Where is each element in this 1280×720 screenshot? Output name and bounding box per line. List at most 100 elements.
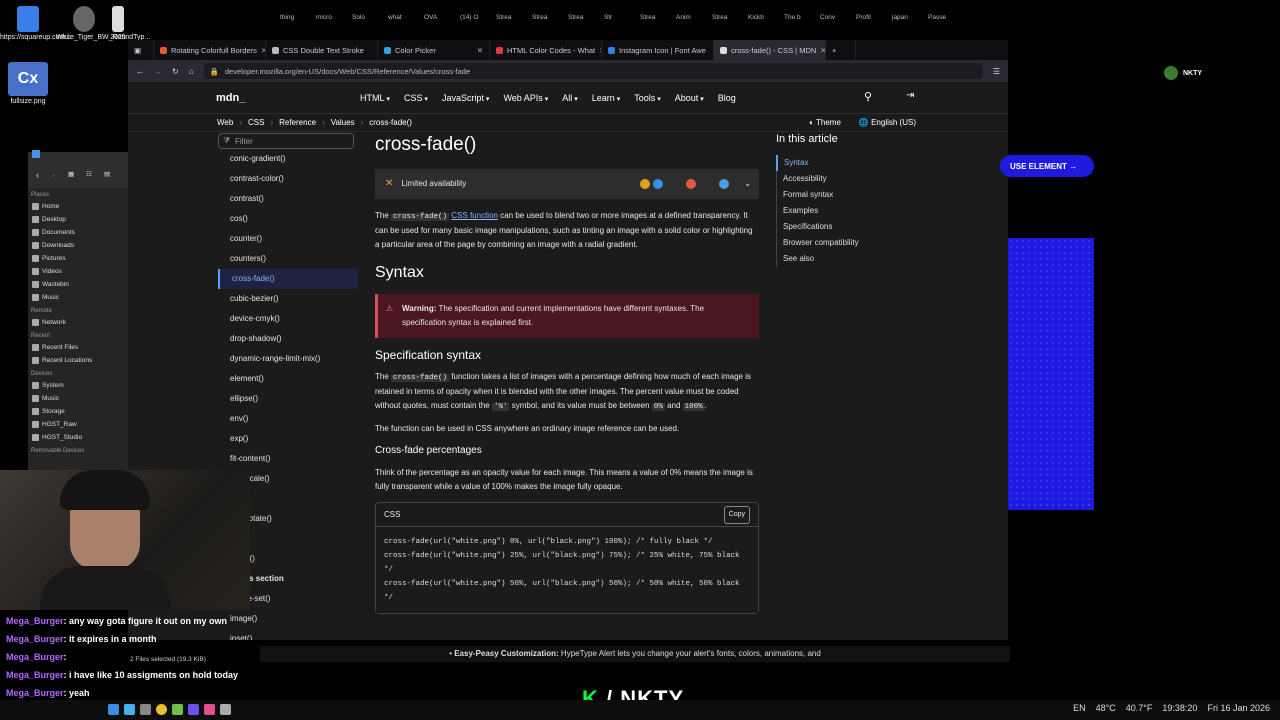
crumb-web[interactable]: Web: [217, 118, 233, 127]
reload-icon[interactable]: ↻: [172, 67, 179, 76]
file-manager-place[interactable]: Music: [28, 291, 128, 304]
copy-button[interactable]: Copy: [723, 505, 750, 524]
sidebar-item[interactable]: env(): [218, 409, 358, 429]
file-manager-place[interactable]: Wastebin: [28, 278, 128, 291]
tab-cross-fade[interactable]: cross-fade() - CSS | MDN ✕: [714, 40, 826, 60]
use-element-button[interactable]: USE ELEMENT →: [1000, 155, 1094, 177]
lang-indicator[interactable]: EN: [1073, 703, 1086, 713]
top-tab[interactable]: OVA: [424, 14, 456, 21]
chat-username[interactable]: Mega_Burger: [6, 652, 64, 662]
file-manager-place[interactable]: Music: [28, 392, 128, 405]
top-tab[interactable]: Profil: [856, 14, 888, 21]
top-tab[interactable]: Strea: [532, 14, 564, 21]
tab-instagram-icon[interactable]: Instagram Icon | Font Awe: [602, 40, 714, 60]
menu-learn[interactable]: Learn: [592, 93, 621, 103]
menu-web-apis[interactable]: Web APIs: [503, 93, 548, 103]
top-tab[interactable]: japan: [892, 14, 924, 21]
top-tab[interactable]: Strea: [568, 14, 600, 21]
extensions-icon[interactable]: ☰: [993, 67, 1000, 76]
top-tab[interactable]: Strea: [640, 14, 672, 21]
crumb-values[interactable]: Values: [331, 118, 355, 127]
forward-icon[interactable]: ›: [52, 170, 55, 180]
menu-blog[interactable]: Blog: [718, 93, 736, 103]
menu-about[interactable]: About: [675, 93, 704, 103]
chat-username[interactable]: Mega_Burger: [6, 670, 64, 680]
chrome-icon[interactable]: [156, 704, 167, 715]
close-icon[interactable]: ✕: [477, 46, 483, 55]
top-tab[interactable]: Strea: [712, 14, 744, 21]
sidebar-item[interactable]: counters(): [218, 249, 358, 269]
file-manager-place[interactable]: Recent Locations: [28, 354, 128, 367]
filter-input[interactable]: ⧩ Filter: [218, 133, 354, 149]
top-tab[interactable]: Conv: [820, 14, 852, 21]
editor-icon[interactable]: [172, 704, 183, 715]
sidebar-item[interactable]: device-cmyk(): [218, 309, 358, 329]
terminal-icon[interactable]: [220, 704, 231, 715]
toc-item[interactable]: See also: [776, 251, 916, 267]
back-icon[interactable]: ‹: [36, 170, 39, 180]
css-function-link[interactable]: CSS function: [451, 211, 498, 220]
top-tab[interactable]: (14) O: [460, 14, 492, 21]
tab-color-picker[interactable]: Color Picker ✕: [378, 40, 490, 60]
file-manager-place[interactable]: Videos: [28, 265, 128, 278]
settings-icon[interactable]: [140, 704, 151, 715]
url-bar[interactable]: 🔒 developer.mozilla.org/en-US/docs/Web/C…: [203, 63, 983, 79]
sidebar-item[interactable]: cross-fade(): [218, 269, 358, 289]
desktop-icon-squareup[interactable]: https://squareup.com...: [0, 6, 71, 41]
chat-username[interactable]: Mega_Burger: [6, 634, 64, 644]
language-button[interactable]: 🌐 English (US): [859, 118, 916, 127]
sidebar-item[interactable]: contrast-color(): [218, 169, 358, 189]
toc-item[interactable]: Examples: [776, 203, 916, 219]
clock-date[interactable]: Fri 16 Jan 2026: [1207, 703, 1270, 713]
top-tab[interactable]: Str: [604, 14, 636, 21]
home-icon[interactable]: ⌂: [189, 67, 194, 76]
menu-html[interactable]: HTML: [360, 93, 390, 103]
sidebar-item[interactable]: element(): [218, 369, 358, 389]
discord-icon[interactable]: [188, 704, 199, 715]
top-tab[interactable]: what: [388, 14, 420, 21]
new-tab-button[interactable]: +: [826, 40, 856, 60]
view-tree-icon[interactable]: ▤: [104, 170, 110, 178]
tab-html-color-codes[interactable]: HTML Color Codes - What✕: [490, 40, 602, 60]
file-manager-place[interactable]: Storage: [28, 405, 128, 418]
sidebar-item[interactable]: fit-content(): [218, 449, 358, 469]
view-list-icon[interactable]: ☷: [86, 170, 92, 178]
top-tab[interactable]: Strea: [496, 14, 528, 21]
files-icon[interactable]: [124, 704, 135, 715]
file-manager-place[interactable]: Recent Files: [28, 341, 128, 354]
crumb-reference[interactable]: Reference: [279, 118, 316, 127]
sidebar-item[interactable]: drop-shadow(): [218, 329, 358, 349]
sidebar-item[interactable]: ellipse(): [218, 389, 358, 409]
toc-item[interactable]: Accessibility: [776, 171, 916, 187]
sidebar-item[interactable]: cos(): [218, 209, 358, 229]
tab-double-text-stroke[interactable]: CSS Double Text Stroke: [266, 40, 378, 60]
toc-item[interactable]: Syntax: [776, 155, 916, 171]
top-tab[interactable]: The b: [784, 14, 816, 21]
chat-username[interactable]: Mega_Burger: [6, 688, 64, 698]
top-tab[interactable]: thing: [280, 14, 312, 21]
file-manager-place[interactable]: Pictures: [28, 252, 128, 265]
back-icon[interactable]: ←: [136, 67, 144, 76]
file-manager-place[interactable]: HGST_Raw: [28, 418, 128, 431]
login-icon[interactable]: ⇥: [906, 90, 914, 101]
file-manager-place[interactable]: Home: [28, 200, 128, 213]
toc-item[interactable]: Specifications: [776, 219, 916, 235]
crumb-cross-fade[interactable]: cross-fade(): [369, 118, 412, 127]
search-icon[interactable]: ⚲: [864, 90, 872, 103]
clock-time[interactable]: 19:38:20: [1162, 703, 1197, 713]
tab-list-button[interactable]: ▣: [128, 40, 154, 60]
file-manager-place[interactable]: System: [28, 379, 128, 392]
sidebar-item[interactable]: conic-gradient(): [218, 149, 358, 169]
sidebar-item[interactable]: dynamic-range-limit-mix(): [218, 349, 358, 369]
toc-item[interactable]: Browser compatibility: [776, 235, 916, 251]
app-launcher-icon[interactable]: [108, 704, 119, 715]
obs-icon[interactable]: [204, 704, 215, 715]
view-icons-icon[interactable]: ▦: [68, 170, 74, 178]
toc-item[interactable]: Formal syntax: [776, 187, 916, 203]
file-manager-place[interactable]: Network: [28, 316, 128, 329]
sidebar-item[interactable]: contrast(): [218, 189, 358, 209]
menu-javascript[interactable]: JavaScript: [442, 93, 490, 103]
sidebar-item[interactable]: image(): [218, 609, 358, 629]
mdn-logo[interactable]: mdn_: [216, 92, 245, 104]
file-manager-place[interactable]: Documents: [28, 226, 128, 239]
